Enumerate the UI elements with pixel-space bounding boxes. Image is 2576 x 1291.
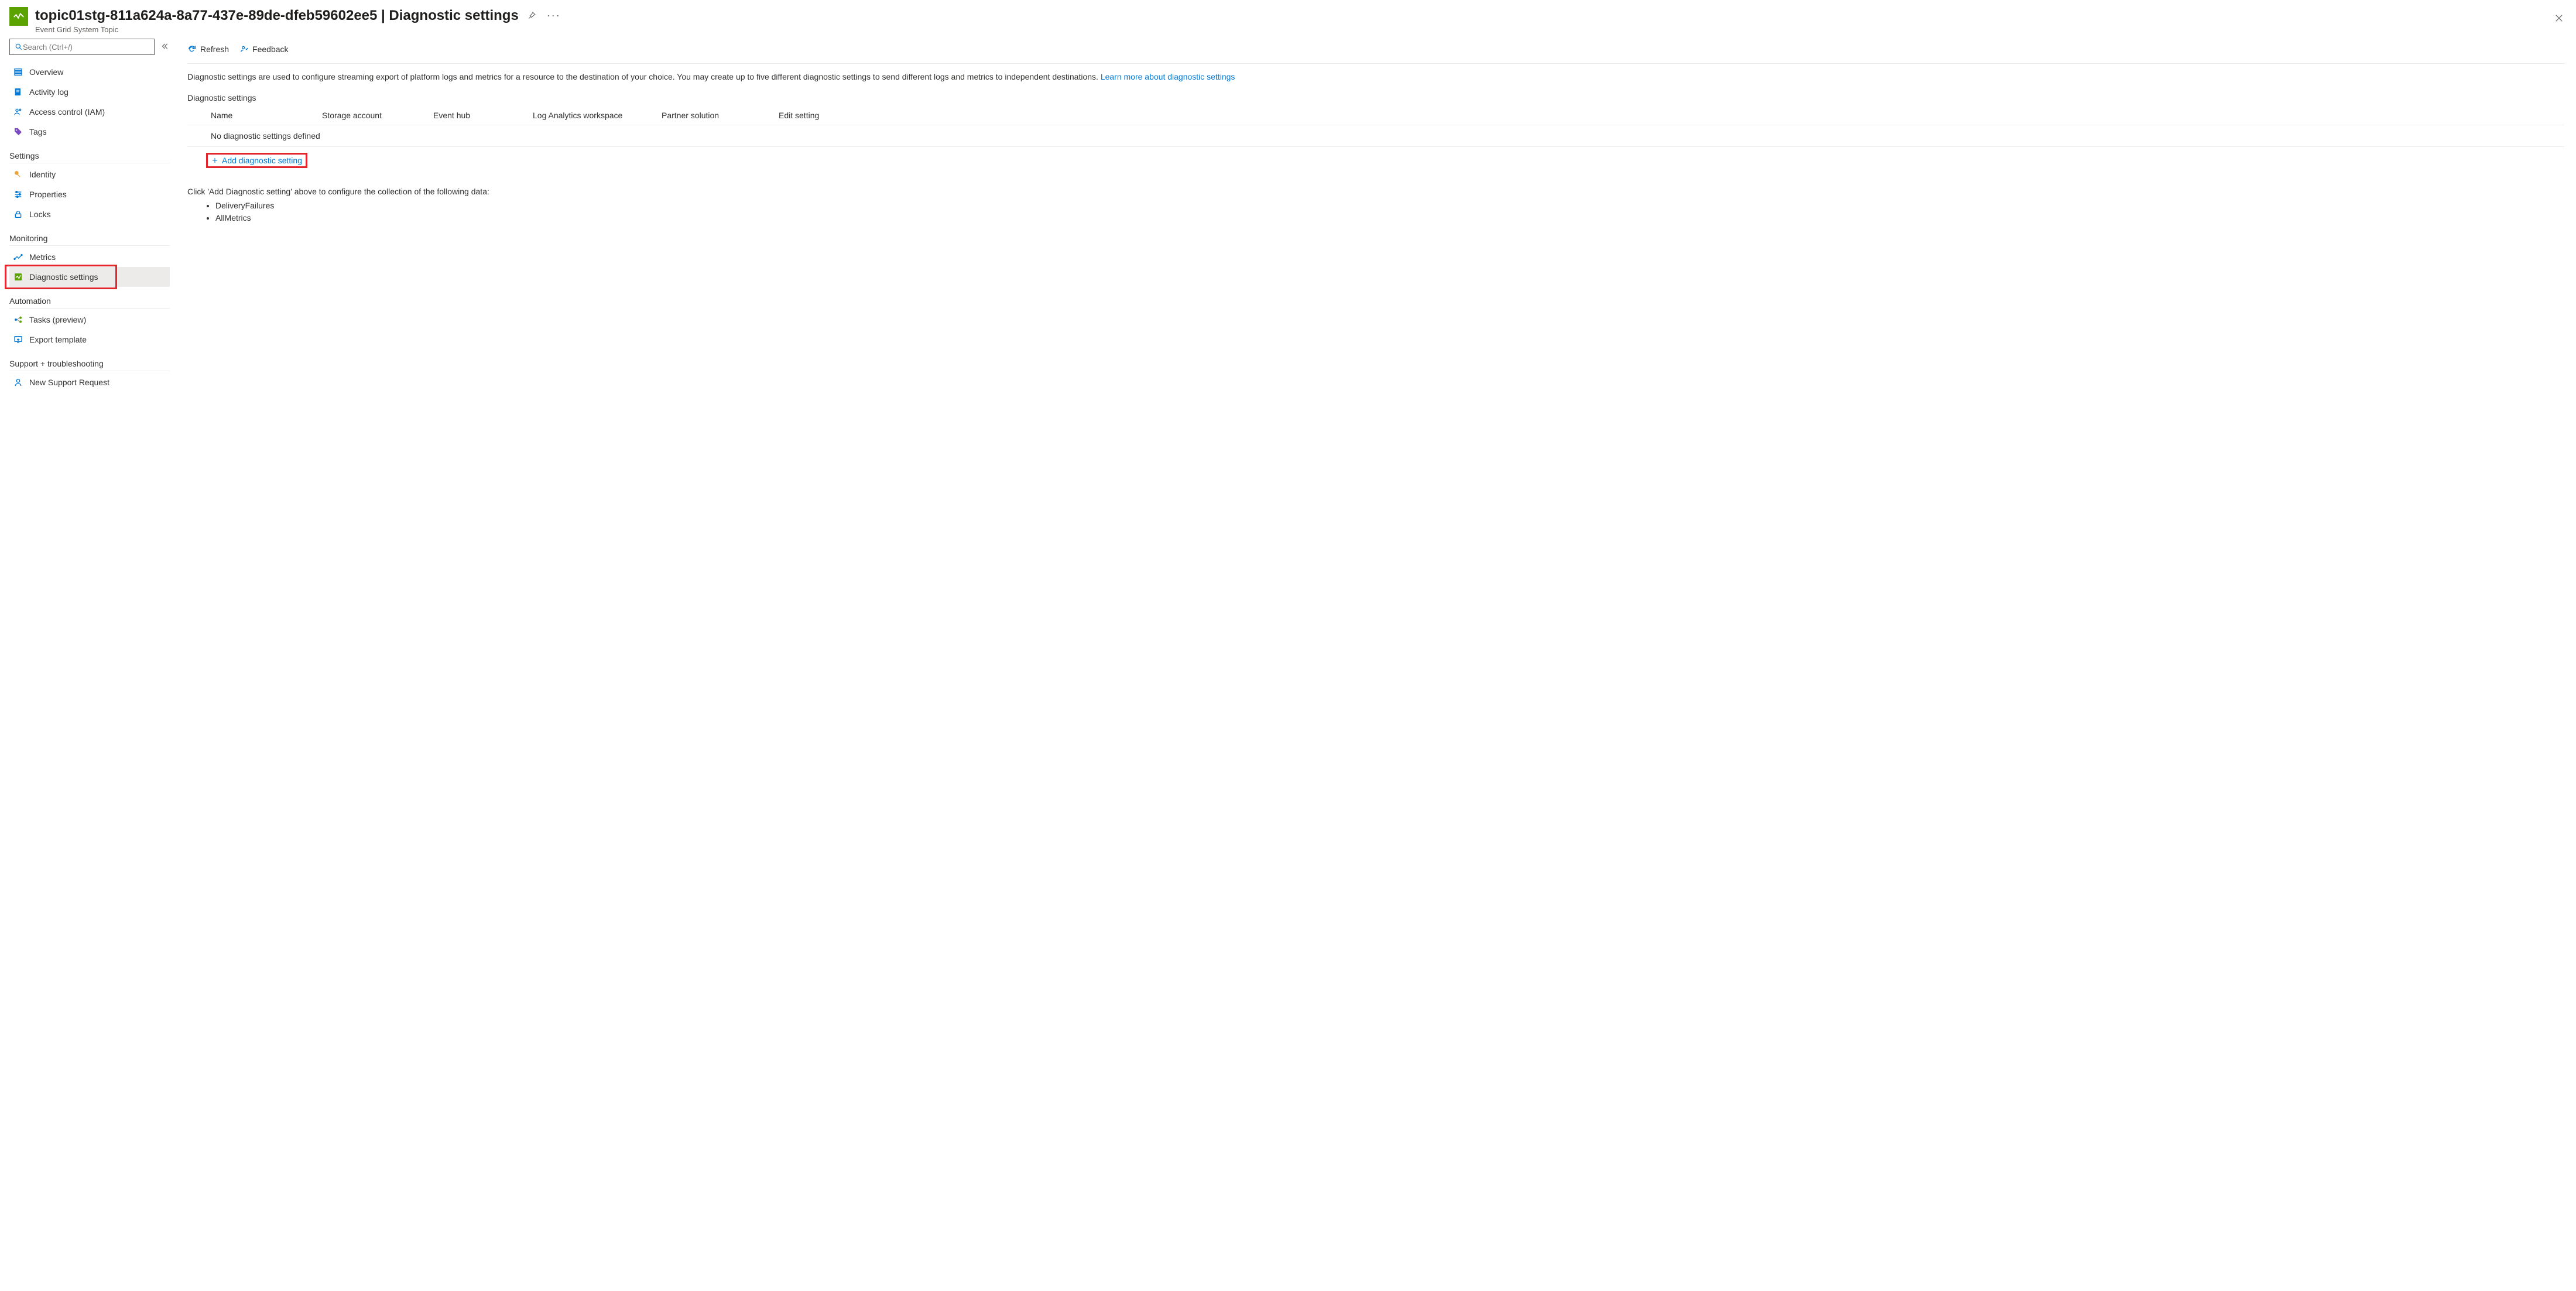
data-types-list: DeliveryFailures AllMetrics	[187, 200, 2564, 224]
sidebar-item-label: Export template	[29, 335, 87, 344]
search-icon	[15, 43, 23, 51]
page-title: topic01stg-811a624a-8a77-437e-89de-dfeb5…	[35, 8, 519, 24]
diagnostic-settings-table: Name Storage account Event hub Log Analy…	[187, 106, 2564, 174]
sidebar-item-activity-log[interactable]: Activity log	[9, 82, 170, 102]
metrics-icon	[13, 252, 23, 262]
overview-icon	[13, 67, 23, 77]
sidebar-item-new-support-request[interactable]: New Support Request	[9, 372, 170, 392]
diagnostic-settings-icon	[13, 272, 23, 282]
sidebar: Overview Activity log Access control (IA…	[0, 39, 176, 1291]
sidebar-item-tasks[interactable]: Tasks (preview)	[9, 310, 170, 330]
sidebar-item-properties[interactable]: Properties	[9, 184, 170, 204]
locks-icon	[13, 209, 23, 220]
table-empty-row: No diagnostic settings defined	[187, 125, 2564, 147]
learn-more-link[interactable]: Learn more about diagnostic settings	[1101, 72, 1235, 81]
sidebar-group-monitoring: Monitoring	[9, 229, 170, 246]
sidebar-item-label: Tasks (preview)	[29, 315, 86, 324]
pin-button[interactable]	[525, 9, 539, 23]
sidebar-item-tags[interactable]: Tags	[9, 122, 170, 142]
tags-icon	[13, 126, 23, 137]
tasks-icon	[13, 314, 23, 325]
toolbar: Refresh Feedback	[187, 39, 2564, 64]
sidebar-item-label: Locks	[29, 210, 51, 219]
access-control-icon	[13, 107, 23, 117]
refresh-icon	[187, 44, 197, 54]
main-content: Refresh Feedback Diagnostic settings are…	[176, 39, 2576, 1291]
page-header: topic01stg-811a624a-8a77-437e-89de-dfeb5…	[0, 0, 2576, 39]
col-eventhub: Event hub	[433, 111, 533, 120]
refresh-button[interactable]: Refresh	[187, 44, 229, 54]
col-partner: Partner solution	[662, 111, 779, 120]
resource-type-icon	[9, 7, 28, 26]
sidebar-item-access-control[interactable]: Access control (IAM)	[9, 102, 170, 122]
feedback-icon	[239, 44, 249, 54]
sidebar-item-label: New Support Request	[29, 378, 109, 387]
page-subtitle: Event Grid System Topic	[35, 25, 2547, 34]
sidebar-item-overview[interactable]: Overview	[9, 62, 170, 82]
sidebar-item-locks[interactable]: Locks	[9, 204, 170, 224]
sidebar-group-settings: Settings	[9, 146, 170, 163]
sidebar-item-label: Activity log	[29, 87, 68, 97]
sidebar-item-label: Properties	[29, 190, 67, 199]
activity-log-icon	[13, 87, 23, 97]
export-template-icon	[13, 334, 23, 345]
properties-icon	[13, 189, 23, 200]
plus-icon	[211, 157, 218, 164]
col-storage: Storage account	[322, 111, 433, 120]
sidebar-item-identity[interactable]: Identity	[9, 165, 170, 184]
help-text: Click 'Add Diagnostic setting' above to …	[187, 187, 2564, 196]
sidebar-item-export-template[interactable]: Export template	[9, 330, 170, 350]
identity-icon	[13, 169, 23, 180]
sidebar-item-label: Identity	[29, 170, 56, 179]
sidebar-group-support: Support + troubleshooting	[9, 354, 170, 371]
col-log: Log Analytics workspace	[533, 111, 662, 120]
more-button[interactable]: ···	[544, 7, 563, 24]
description: Diagnostic settings are used to configur…	[187, 71, 2564, 83]
table-header: Name Storage account Event hub Log Analy…	[187, 106, 2564, 125]
close-button[interactable]	[2551, 11, 2567, 26]
list-item: DeliveryFailures	[215, 200, 2564, 212]
sidebar-item-diagnostic-settings[interactable]: Diagnostic settings	[9, 267, 170, 287]
sidebar-search[interactable]	[9, 39, 155, 55]
col-name: Name	[211, 111, 322, 120]
col-edit: Edit setting	[779, 111, 849, 120]
sidebar-item-label: Overview	[29, 67, 63, 77]
sidebar-item-label: Diagnostic settings	[29, 272, 98, 282]
search-input[interactable]	[23, 43, 149, 52]
section-label: Diagnostic settings	[187, 93, 2564, 102]
feedback-button[interactable]: Feedback	[239, 44, 288, 54]
collapse-sidebar-button[interactable]	[159, 41, 170, 53]
sidebar-item-label: Access control (IAM)	[29, 107, 105, 117]
add-diagnostic-setting-link[interactable]: Add diagnostic setting	[206, 153, 307, 168]
list-item: AllMetrics	[215, 212, 2564, 224]
sidebar-group-automation: Automation	[9, 292, 170, 309]
sidebar-item-metrics[interactable]: Metrics	[9, 247, 170, 267]
sidebar-item-label: Tags	[29, 127, 47, 136]
sidebar-item-label: Metrics	[29, 252, 56, 262]
support-icon	[13, 377, 23, 388]
